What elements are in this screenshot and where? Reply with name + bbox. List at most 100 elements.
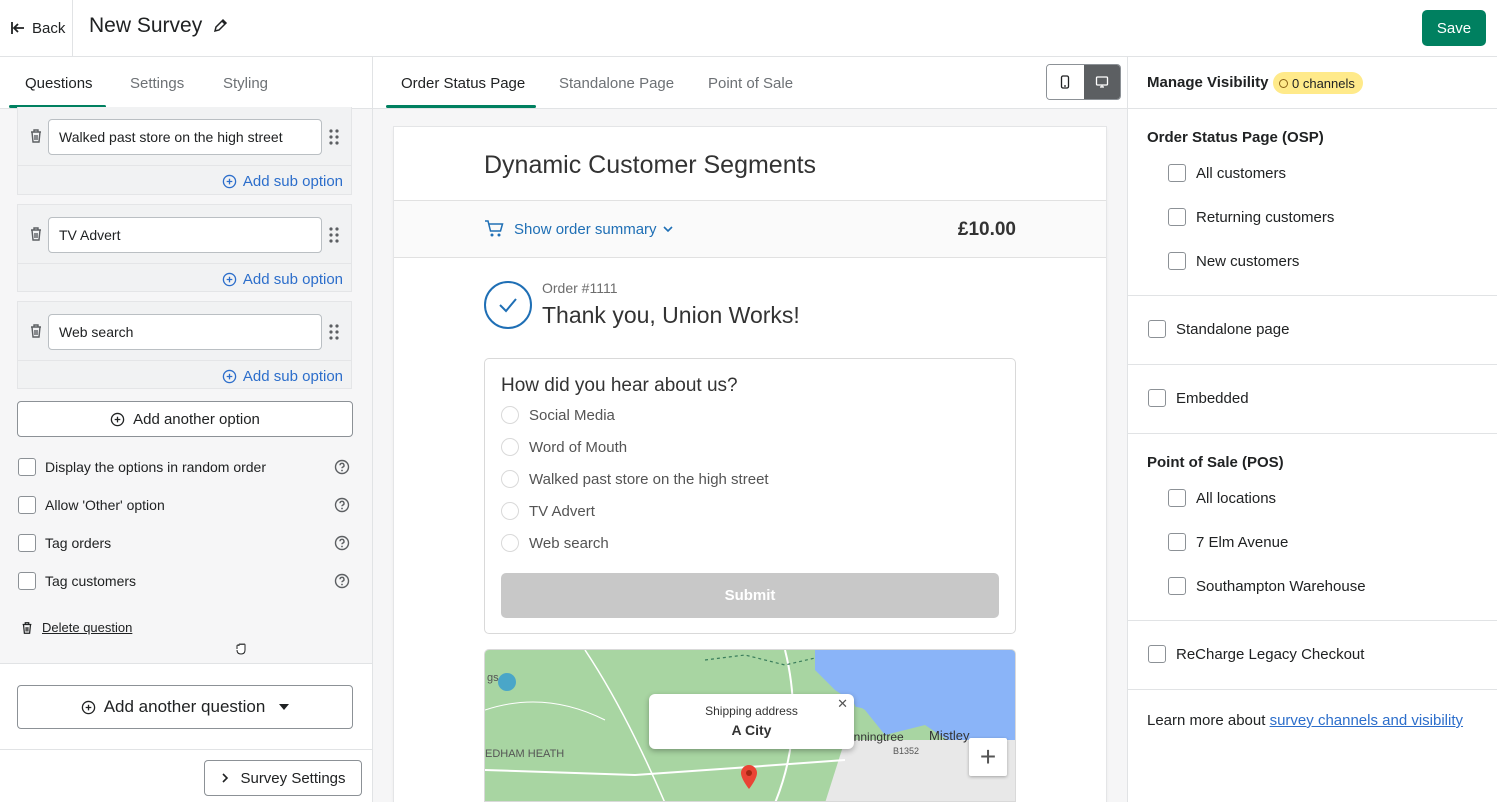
page-title-text: New Survey: [89, 14, 203, 37]
survey-channels-link[interactable]: survey channels and visibility: [1270, 712, 1463, 729]
answer-option[interactable]: Walked past store on the high street: [501, 470, 769, 488]
show-order-summary-label: Show order summary: [514, 220, 657, 238]
option-input[interactable]: Web search: [48, 314, 322, 350]
help-icon[interactable]: [334, 497, 350, 513]
osp-all-customers[interactable]: All customers: [1168, 164, 1286, 182]
survey-settings-button[interactable]: Survey Settings: [204, 760, 362, 796]
checkbox[interactable]: [1168, 252, 1186, 270]
show-order-summary-link[interactable]: Show order summary: [484, 219, 673, 239]
checkbox-label: ReCharge Legacy Checkout: [1176, 645, 1365, 663]
page-title: New Survey: [89, 14, 228, 38]
checkbox[interactable]: [18, 458, 36, 476]
popup-label: Shipping address: [705, 704, 798, 718]
radio-button[interactable]: [501, 438, 519, 456]
add-another-question-button[interactable]: Add another question: [17, 685, 353, 729]
mobile-icon: [1061, 75, 1070, 89]
add-sub-option-link[interactable]: Add sub option: [222, 173, 343, 190]
answer-option[interactable]: Word of Mouth: [501, 438, 627, 456]
option-input[interactable]: TV Advert: [48, 217, 322, 253]
desktop-view-button[interactable]: [1083, 65, 1120, 99]
tab-settings[interactable]: Settings: [130, 57, 184, 109]
delete-question-label: Delete question: [42, 620, 133, 635]
osp-new-customers[interactable]: New customers: [1168, 252, 1299, 270]
answer-option[interactable]: Web search: [501, 534, 609, 552]
caret-down-icon: [279, 704, 290, 710]
mobile-view-button[interactable]: [1047, 65, 1084, 99]
learn-more-prefix: Learn more about: [1147, 712, 1266, 729]
trash-icon[interactable]: [28, 226, 44, 242]
tab-questions[interactable]: Questions: [25, 57, 93, 109]
checkbox[interactable]: [1148, 645, 1166, 663]
tab-point-of-sale[interactable]: Point of Sale: [708, 57, 793, 109]
checkbox[interactable]: [1148, 320, 1166, 338]
survey-settings-label: Survey Settings: [240, 769, 346, 787]
save-button[interactable]: Save: [1422, 10, 1486, 46]
drag-handle-icon[interactable]: [328, 323, 340, 341]
tab-order-status-page[interactable]: Order Status Page: [401, 57, 525, 109]
tab-standalone-page[interactable]: Standalone Page: [559, 57, 674, 109]
add-sub-option-link[interactable]: Add sub option: [222, 368, 343, 385]
answer-label: Word of Mouth: [529, 438, 628, 456]
option-card: Walked past store on the high street Add…: [17, 107, 352, 195]
radio-button[interactable]: [501, 470, 519, 488]
allow-other-option[interactable]: Allow 'Other' option: [18, 495, 353, 515]
help-icon[interactable]: [334, 573, 350, 589]
radio-button[interactable]: [501, 502, 519, 520]
recharge-option[interactable]: ReCharge Legacy Checkout: [1148, 645, 1364, 663]
divider: [18, 360, 351, 361]
osp-returning-customers[interactable]: Returning customers: [1168, 208, 1334, 226]
pos-southampton-warehouse[interactable]: Southampton Warehouse: [1168, 577, 1366, 595]
drag-handle-icon[interactable]: [328, 128, 340, 146]
radio-button[interactable]: [501, 534, 519, 552]
shipping-map[interactable]: gs EDHAM HEATH anningtree Mistley B1352 …: [484, 649, 1016, 802]
edit-pencil-icon[interactable]: [212, 18, 228, 34]
osp-title: Order Status Page (OSP): [1147, 129, 1324, 146]
recharge-section: ReCharge Legacy Checkout: [1128, 621, 1497, 690]
embedded-option[interactable]: Embedded: [1148, 389, 1249, 407]
add-sub-option-link[interactable]: Add sub option: [222, 271, 343, 288]
checkbox[interactable]: [18, 572, 36, 590]
help-icon[interactable]: [334, 535, 350, 551]
trash-icon[interactable]: [28, 128, 44, 144]
radio-button[interactable]: [501, 406, 519, 424]
checkbox-label: Tag customers: [45, 573, 137, 589]
order-total: £10.00: [957, 219, 1016, 240]
tag-customers-option[interactable]: Tag customers: [18, 571, 353, 591]
checkbox[interactable]: [1168, 533, 1186, 551]
checkbox[interactable]: [18, 534, 36, 552]
standalone-page-option[interactable]: Standalone page: [1148, 320, 1289, 338]
map-popup: Shipping address A City ✕: [649, 694, 854, 749]
checkbox[interactable]: [1168, 489, 1186, 507]
pos-elm-avenue[interactable]: 7 Elm Avenue: [1168, 533, 1288, 551]
divider: [0, 749, 372, 750]
editor-tabs: Questions Settings Styling: [0, 57, 372, 109]
answer-option[interactable]: Social Media: [501, 406, 615, 424]
checkbox[interactable]: [1168, 577, 1186, 595]
help-icon[interactable]: [334, 459, 350, 475]
checkbox-label: Tag orders: [45, 535, 112, 551]
checkbox[interactable]: [1148, 389, 1166, 407]
grab-cursor-icon: [236, 643, 246, 655]
desktop-icon: [1095, 76, 1108, 88]
pos-all-locations[interactable]: All locations: [1168, 489, 1276, 507]
answer-option[interactable]: TV Advert: [501, 502, 595, 520]
checkbox[interactable]: [18, 496, 36, 514]
add-sub-option-label: Add sub option: [242, 173, 343, 190]
checkbox[interactable]: [1168, 208, 1186, 226]
random-order-option[interactable]: Display the options in random order: [18, 457, 353, 477]
divider: [72, 0, 73, 57]
trash-icon[interactable]: [28, 323, 44, 339]
checkbox[interactable]: [1168, 164, 1186, 182]
option-input[interactable]: Walked past store on the high street: [48, 119, 322, 155]
zoom-in-button[interactable]: +: [969, 738, 1007, 776]
close-icon[interactable]: ✕: [837, 696, 848, 712]
drag-handle-icon[interactable]: [328, 226, 340, 244]
delete-question-link[interactable]: Delete question: [20, 620, 132, 635]
standalone-section: Standalone page: [1128, 296, 1497, 365]
tag-orders-option[interactable]: Tag orders: [18, 533, 353, 553]
submit-button[interactable]: Submit: [501, 573, 999, 618]
add-another-option-button[interactable]: Add another option: [17, 401, 353, 437]
tab-styling[interactable]: Styling: [223, 57, 268, 109]
back-button[interactable]: Back: [10, 16, 65, 40]
active-tab-indicator: [386, 105, 536, 108]
